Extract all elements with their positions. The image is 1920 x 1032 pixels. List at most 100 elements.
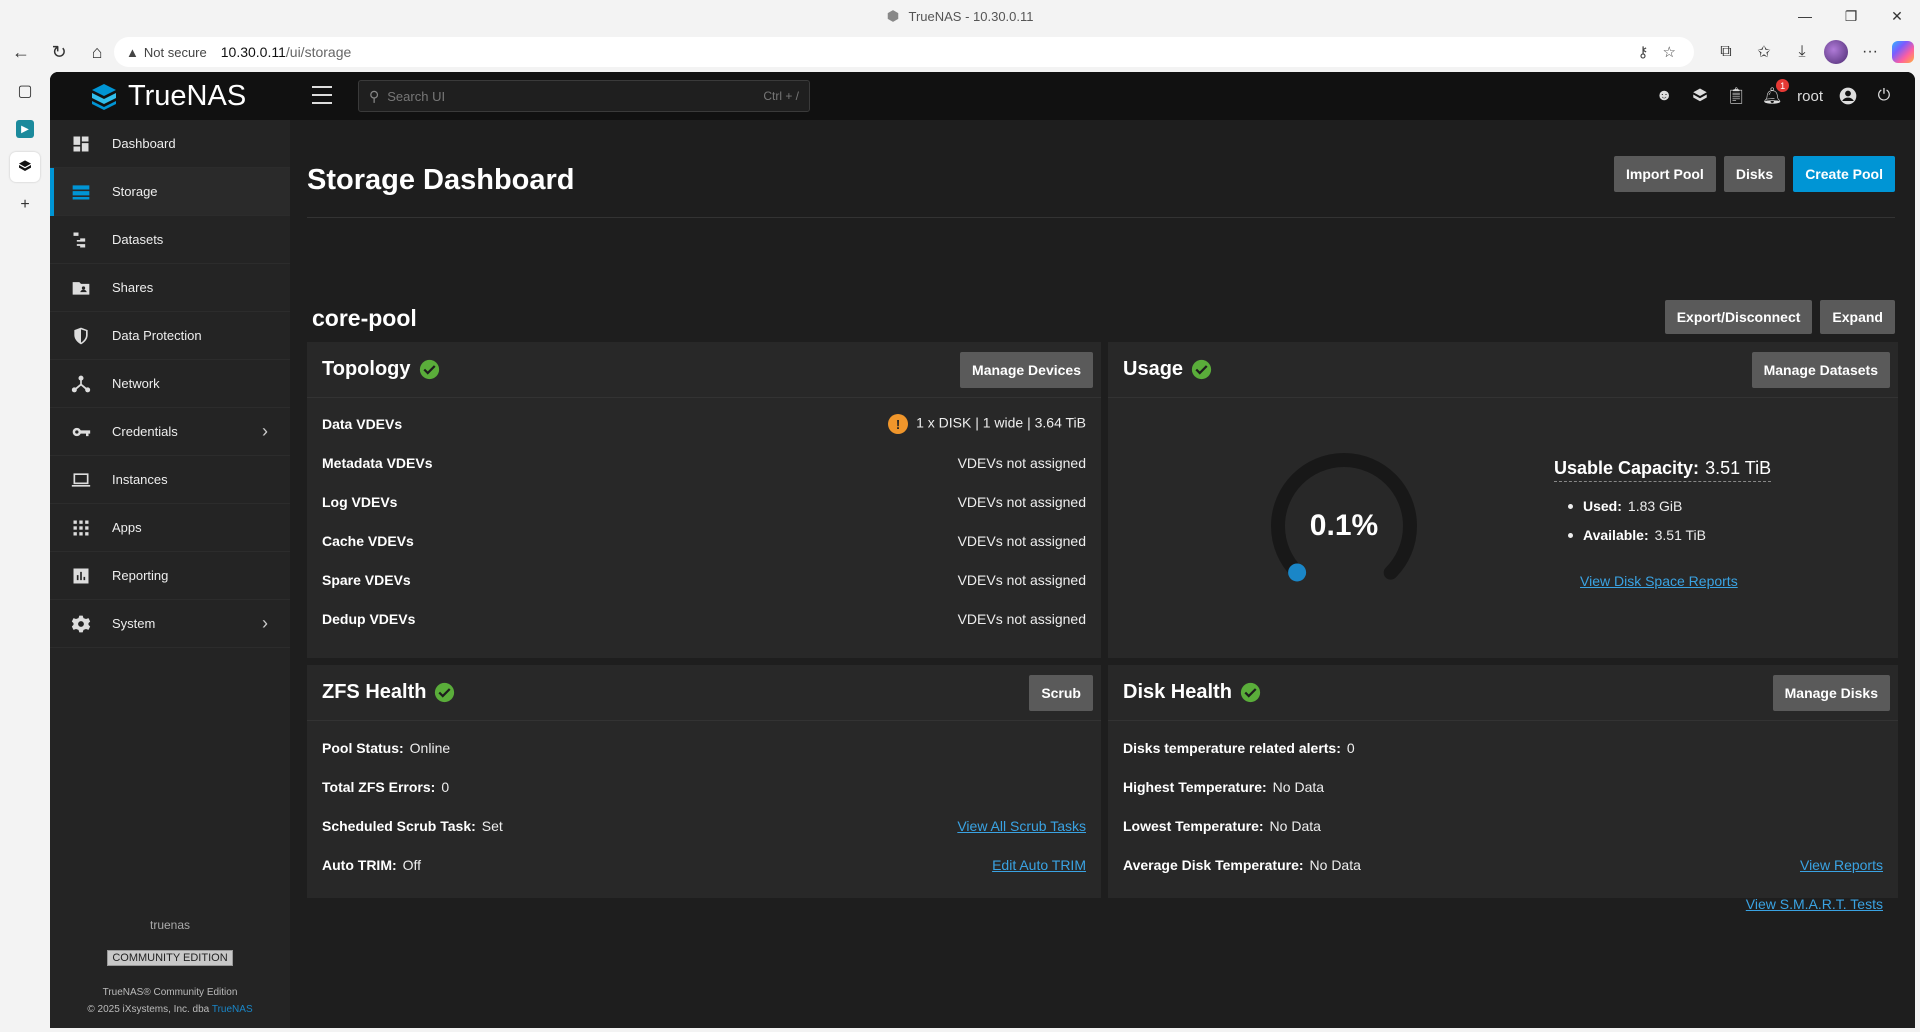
topology-row-spare: Spare VDEVs VDEVs not assigned [322,572,1086,588]
sidebar-item-data-protection[interactable]: Data Protection [50,312,290,360]
truenas-app: TrueNAS ⚲ Ctrl + / ☻ 📋︎ 🔔︎1 root ⏻ Dashb… [50,72,1915,1028]
restore-icon[interactable]: ❐ [1828,0,1874,32]
tab-media[interactable]: ▶ [10,114,40,144]
view-smart-tests-link[interactable]: View S.M.A.R.T. Tests [1746,896,1883,912]
sidebar-item-storage[interactable]: Storage [50,168,290,216]
usage-capacity: Usable Capacity: 3.51 TiB Used: 1.83 GiB A… [1554,458,1772,589]
edition-badge: COMMUNITY EDITION [107,950,233,966]
feedback-icon[interactable]: ☻ [1653,85,1675,107]
search-input[interactable] [387,88,764,104]
favorites-icon[interactable]: ✩ [1748,36,1780,68]
sidebar-item-system[interactable]: System › [50,600,290,648]
auto-trim-row: Auto TRIM: Off Edit Auto TRIM [322,857,1086,873]
search-icon: ⚲ [369,87,380,104]
reload-icon[interactable]: ↻ [42,35,76,69]
sidebar-item-shares[interactable]: Shares [50,264,290,312]
search-shortcut: Ctrl + / [763,89,799,103]
import-pool-button[interactable]: Import Pool [1614,156,1716,192]
topology-row-metadata: Metadata VDEVs VDEVs not assigned [322,455,1086,471]
dashboard-icon [70,133,92,155]
address-bar[interactable]: ▲ Not secure 10.30.0.11/ui/storage ⚷ ☆ [114,37,1694,67]
minimize-icon[interactable]: — [1782,0,1828,32]
gear-icon [70,613,92,635]
manage-disks-button[interactable]: Manage Disks [1772,675,1890,711]
expand-button[interactable]: Expand [1820,300,1895,334]
storage-icon [70,181,92,203]
disks-button[interactable]: Disks [1723,156,1786,192]
truenas-logo-icon [92,83,116,110]
truenas-logo[interactable]: TrueNAS [88,80,246,113]
view-reports-link[interactable]: View Reports [1800,857,1883,873]
app-topbar: TrueNAS ⚲ Ctrl + / ☻ 📋︎ 🔔︎1 root ⏻ [50,72,1915,120]
notification-badge: 1 [1776,79,1790,92]
sidebar-item-apps[interactable]: Apps [50,504,290,552]
pool-status-row: Pool Status: Online [322,740,451,756]
topology-row-dedup: Dedup VDEVs VDEVs not assigned [322,611,1086,627]
power-icon[interactable]: ⏻ [1873,85,1895,107]
sidebar-item-instances[interactable]: Instances [50,456,290,504]
home-icon[interactable]: ⌂ [80,35,114,69]
notifications-bell-icon[interactable]: 🔔︎ 1 [1761,79,1790,107]
scrub-button[interactable]: Scrub [1029,675,1093,711]
manage-datasets-button[interactable]: Manage Datasets [1751,352,1890,388]
key-icon [70,421,92,443]
profile-avatar[interactable] [1824,40,1848,64]
manage-devices-button[interactable]: Manage Devices [960,352,1093,388]
warning-triangle-icon: ▲ [126,44,139,60]
window-title: TrueNAS - 10.30.0.11 [908,8,1034,24]
key-icon[interactable]: ⚷ [1638,43,1649,61]
view-disk-space-reports-link[interactable]: View Disk Space Reports [1580,573,1771,589]
sidebar-item-datasets[interactable]: Datasets [50,216,290,264]
sidebar-footer: truenas COMMUNITY EDITION TrueNAS® Commu… [50,918,290,1018]
browser-titlebar: TrueNAS - 10.30.0.11 — ❐ ✕ [0,0,1920,32]
sidebar-item-reporting[interactable]: Reporting [50,552,290,600]
tasks-clipboard-icon[interactable]: 📋︎ [1725,85,1747,107]
truenas-link[interactable]: TrueNAS [212,1004,253,1015]
edit-auto-trim-link[interactable]: Edit Auto TRIM [992,857,1086,873]
new-tab-icon[interactable]: + [10,190,40,220]
tab-actions-icon[interactable]: ▢ [10,76,40,106]
page-title: Storage Dashboard [307,164,575,196]
downloads-icon[interactable]: ⤓ [1786,36,1818,68]
usage-title: Usage [1123,358,1212,381]
browser-toolbar: ← ↻ ⌂ ▲ Not secure 10.30.0.11/ui/storage… [0,32,1920,72]
copilot-icon[interactable] [1892,41,1914,63]
account-circle-icon[interactable] [1837,85,1859,107]
check-circle-icon [1191,359,1212,380]
available-capacity: Available: 3.51 TiB [1554,527,1771,543]
sidebar-item-network[interactable]: Network [50,360,290,408]
view-all-scrub-tasks-link[interactable]: View All Scrub Tasks [957,818,1086,834]
topology-card: Topology Manage Devices Data VDEVs ! 1 x … [307,342,1101,658]
create-pool-button[interactable]: Create Pool [1793,156,1895,192]
search-box[interactable]: ⚲ Ctrl + / [358,80,810,112]
topology-row-data: Data VDEVs ! 1 x DISK | 1 wide | 3.64 TiB [322,414,1086,434]
warning-icon[interactable]: ! [888,414,909,434]
pool-name: core-pool [312,305,417,331]
zfs-health-card: ZFS Health Scrub Pool Status: Online Tota… [307,665,1101,898]
tab-truenas[interactable] [10,152,40,182]
smart-tests-row: View S.M.A.R.T. Tests [1123,894,1883,914]
back-icon[interactable]: ← [4,35,38,69]
sidebar-item-credentials[interactable]: Credentials › [50,408,290,456]
chevron-right-icon: › [262,613,268,633]
truecommand-icon[interactable] [1689,85,1711,107]
extensions-icon[interactable]: ⧉ [1710,36,1742,68]
check-circle-icon [435,682,455,703]
not-secure-indicator[interactable]: ▲ Not secure [126,45,207,60]
username[interactable]: root [1797,88,1823,105]
more-icon[interactable]: ··· [1854,36,1886,68]
main-content: Storage Dashboard Import Pool Disks Crea… [290,120,1915,1028]
topology-title: Topology [322,358,440,381]
topology-row-log: Log VDEVs VDEVs not assigned [322,494,1086,510]
menu-toggle-icon[interactable] [312,86,332,104]
sidebar-item-dashboard[interactable]: Dashboard [50,120,290,168]
vertical-tab-strip: ▢ ▶ + [0,72,50,1032]
truenas-tab-icon [19,160,31,171]
copyright-line-2: © 2025 iXsystems, Inc. dba TrueNAS [87,1004,253,1015]
topology-row-cache: Cache VDEVs VDEVs not assigned [322,533,1086,549]
close-icon[interactable]: ✕ [1874,0,1920,32]
disk-health-card: Disk Health Manage Disks Disks temperatu… [1108,665,1898,912]
export-disconnect-button[interactable]: Export/Disconnect [1664,300,1813,334]
favorite-star-icon[interactable]: ☆ [1663,43,1676,61]
hostname: truenas [149,918,191,932]
